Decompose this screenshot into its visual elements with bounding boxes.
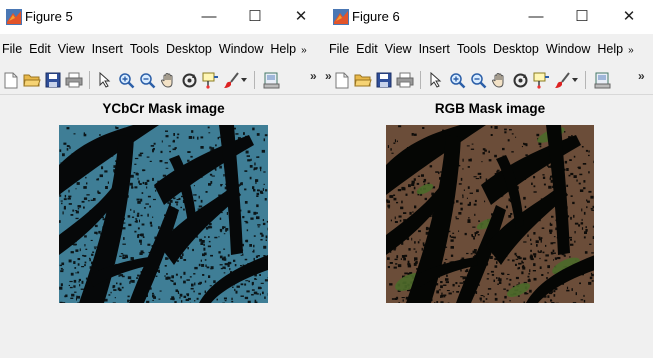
zoom-in-icon[interactable] bbox=[117, 70, 135, 90]
data-cursor-icon[interactable] bbox=[201, 70, 219, 90]
toolbar-separator bbox=[585, 71, 586, 89]
close-button[interactable]: ✕ bbox=[614, 4, 644, 30]
zoom-in-icon[interactable] bbox=[448, 70, 466, 90]
toolbar-overflow-icon[interactable]: » bbox=[325, 69, 332, 83]
figure-toolbar: » bbox=[0, 65, 327, 95]
open-folder-icon[interactable] bbox=[23, 70, 41, 90]
menu-edit[interactable]: Edit bbox=[354, 38, 380, 60]
rotate-3d-icon[interactable] bbox=[511, 70, 529, 90]
save-icon[interactable] bbox=[44, 70, 62, 90]
figure-toolbar: » » bbox=[325, 65, 653, 95]
data-cursor-icon[interactable] bbox=[532, 70, 550, 90]
matlab-logo-icon bbox=[6, 9, 22, 25]
toolbar-separator bbox=[420, 71, 421, 89]
dropdown-arrow-icon[interactable] bbox=[570, 70, 580, 90]
menu-bar: File Edit View Insert Tools Desktop Window Help… bbox=[0, 38, 327, 60]
menu-file[interactable]: File bbox=[327, 38, 351, 60]
pan-hand-icon[interactable] bbox=[490, 70, 508, 90]
axes-title: YCbCr Mask image bbox=[102, 101, 225, 116]
close-button[interactable]: ✕ bbox=[286, 4, 316, 30]
rotate-3d-icon[interactable] bbox=[180, 70, 198, 90]
print-icon[interactable] bbox=[396, 70, 414, 90]
menu-help[interactable]: Help bbox=[595, 38, 625, 60]
menu-overflow-icon[interactable]: » bbox=[628, 40, 634, 60]
menu-window[interactable]: Window bbox=[544, 38, 592, 60]
minimize-button[interactable]: — bbox=[521, 4, 551, 30]
menu-overflow-icon[interactable]: » bbox=[301, 40, 307, 60]
toolbar-separator bbox=[254, 71, 255, 89]
menu-desktop[interactable]: Desktop bbox=[491, 38, 541, 60]
menu-help[interactable]: Help bbox=[268, 38, 298, 60]
link-plot-icon[interactable] bbox=[262, 70, 280, 90]
new-figure-icon[interactable] bbox=[333, 70, 351, 90]
menu-insert[interactable]: Insert bbox=[417, 38, 452, 60]
menu-insert[interactable]: Insert bbox=[90, 38, 125, 60]
arrow-select-icon[interactable] bbox=[427, 70, 445, 90]
zoom-out-icon[interactable] bbox=[138, 70, 156, 90]
figure-6-window: Figure 6 — ☐ ✕ File Edit View Insert Tools De… bbox=[325, 0, 653, 358]
brush-icon[interactable] bbox=[222, 70, 240, 90]
maximize-button[interactable]: ☐ bbox=[567, 4, 597, 30]
title-bar[interactable]: Figure 6 — ☐ ✕ bbox=[327, 0, 653, 34]
menu-view[interactable]: View bbox=[56, 38, 87, 60]
maximize-button[interactable]: ☐ bbox=[240, 4, 270, 30]
print-icon[interactable] bbox=[65, 70, 83, 90]
pan-hand-icon[interactable] bbox=[159, 70, 177, 90]
minimize-button[interactable]: — bbox=[194, 4, 224, 30]
zoom-out-icon[interactable] bbox=[469, 70, 487, 90]
menu-view[interactable]: View bbox=[383, 38, 414, 60]
toolbar-separator bbox=[89, 71, 90, 89]
open-folder-icon[interactable] bbox=[354, 70, 372, 90]
toolbar-overflow-icon[interactable]: » bbox=[310, 69, 317, 83]
link-plot-icon[interactable] bbox=[593, 70, 611, 90]
brush-icon[interactable] bbox=[553, 70, 571, 90]
title-bar[interactable]: Figure 5 — ☐ ✕ bbox=[0, 0, 327, 34]
dropdown-arrow-icon[interactable] bbox=[239, 70, 249, 90]
ycbcr-mask-image bbox=[59, 125, 268, 303]
menu-tools[interactable]: Tools bbox=[128, 38, 161, 60]
window-title: Figure 6 bbox=[352, 9, 400, 24]
menu-desktop[interactable]: Desktop bbox=[164, 38, 214, 60]
menu-file[interactable]: File bbox=[0, 38, 24, 60]
axes-title: RGB Mask image bbox=[434, 101, 546, 116]
menu-tools[interactable]: Tools bbox=[455, 38, 488, 60]
window-title: Figure 5 bbox=[25, 9, 73, 24]
new-figure-icon[interactable] bbox=[2, 70, 20, 90]
arrow-select-icon[interactable] bbox=[96, 70, 114, 90]
menu-edit[interactable]: Edit bbox=[27, 38, 53, 60]
menu-window[interactable]: Window bbox=[217, 38, 265, 60]
save-icon[interactable] bbox=[375, 70, 393, 90]
matlab-logo-icon bbox=[333, 9, 349, 25]
rgb-mask-image bbox=[386, 125, 594, 303]
toolbar-overflow-icon[interactable]: » bbox=[638, 69, 645, 83]
menu-bar: File Edit View Insert Tools Desktop Window Help… bbox=[327, 38, 653, 60]
figure-5-window: Figure 5 — ☐ ✕ File Edit View Insert Tools De… bbox=[0, 0, 327, 358]
